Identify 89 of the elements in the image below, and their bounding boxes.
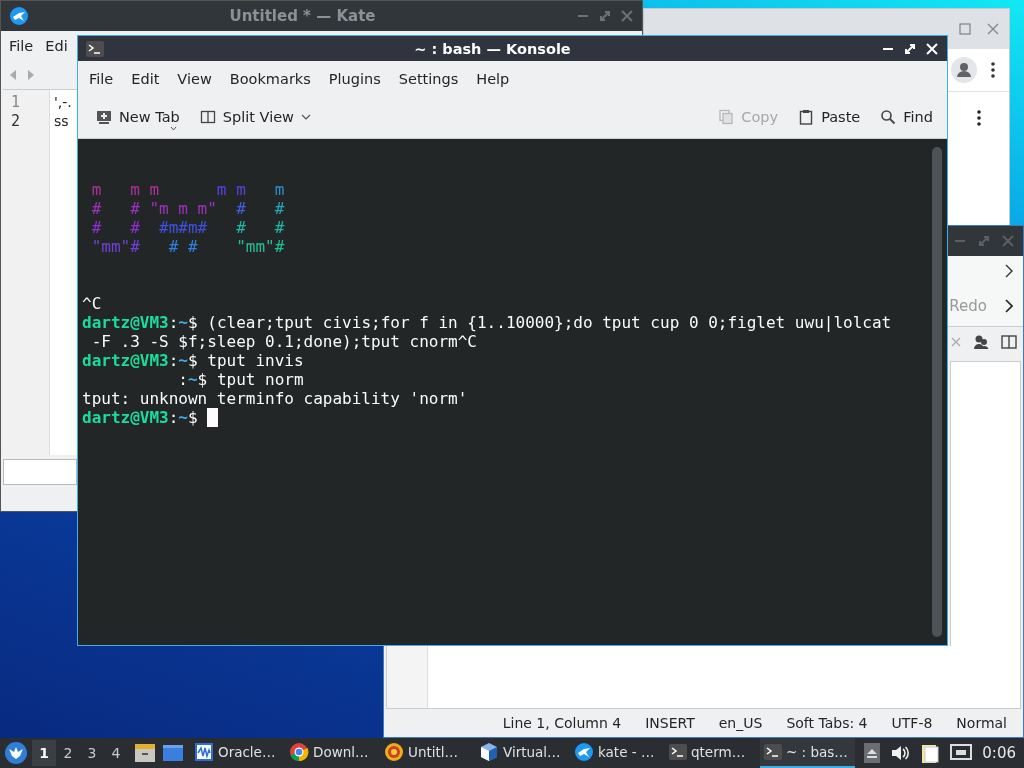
menu-item[interactable]: Edit [122, 66, 169, 91]
desktop-switch[interactable]: 1 [32, 740, 56, 766]
caret-icon [170, 126, 177, 131]
task-button[interactable]: Downl… [285, 738, 380, 768]
status-item: INSERT [644, 715, 696, 731]
paste-button[interactable]: Paste [790, 105, 869, 129]
menu-item[interactable]: File [3, 34, 40, 58]
find-button[interactable]: Find [872, 105, 941, 129]
status-item: en_US [717, 715, 764, 731]
chevron-right-icon[interactable] [1005, 264, 1013, 278]
ascii-art-text: # # "m m m" [91, 199, 217, 218]
browser-logo-icon [289, 742, 309, 762]
ascii-art-text: # # [167, 237, 198, 256]
split-view-icon[interactable] [1001, 334, 1017, 350]
bird-logo-icon [9, 6, 29, 26]
ascii-art-text: "mm"# [235, 237, 285, 256]
bird-logo-icon [574, 742, 594, 762]
menu-item[interactable]: File [80, 66, 123, 91]
more-menu-icon[interactable] [977, 110, 981, 126]
ascii-art-text: # # [235, 218, 285, 237]
ascii-art-text: m m [215, 180, 246, 199]
terminal-icon [764, 744, 782, 760]
ascii-art-text: # # [91, 218, 140, 237]
chevron-right-icon[interactable] [1005, 299, 1013, 313]
task-button[interactable]: ~ : bas… [760, 738, 855, 768]
menu-item[interactable]: Bookmarks [220, 66, 320, 91]
desktop-switch[interactable]: 4 [104, 740, 128, 766]
ascii-art-text: # [235, 199, 246, 218]
clipboard-icon[interactable] [920, 742, 941, 764]
scrollbar[interactable] [932, 147, 942, 637]
network-icon[interactable] [950, 743, 973, 763]
eject-icon[interactable] [864, 743, 881, 763]
line-number: 1 [11, 93, 21, 112]
ascii-art-text: m m m [91, 180, 160, 199]
menu-item[interactable]: View [168, 66, 221, 91]
file-cabinet-icon[interactable] [134, 743, 156, 763]
cube-icon [479, 742, 499, 762]
terminal-icon [86, 40, 104, 57]
maximize-icon[interactable] [903, 41, 917, 56]
desktop-switch[interactable]: 2 [56, 740, 80, 766]
terminal-icon [669, 744, 687, 760]
window-title: ~ : bash — Konsole [413, 40, 572, 57]
people-icon[interactable] [973, 334, 989, 350]
menu-item[interactable]: Plugins [319, 66, 390, 91]
clipboard-icon [798, 109, 815, 125]
code-line: ',-. [54, 93, 72, 112]
waveform-monitor-icon [194, 742, 214, 762]
task-button[interactable]: kate - … [570, 738, 665, 768]
status-item: Soft Tabs: 4 [785, 715, 869, 731]
more-menu-icon[interactable] [991, 62, 995, 78]
status-item: Line 1, Column 4 [501, 715, 623, 731]
prompt-line: :~$ tput norm [178, 370, 304, 389]
chevron-down-icon [300, 114, 311, 120]
window-icon[interactable] [162, 744, 184, 762]
new-tab-button[interactable]: New Tab [88, 105, 188, 129]
volume-icon[interactable] [890, 744, 911, 762]
terminal-output: tput: unknown terminfo capability 'norm' [82, 389, 468, 408]
status-item: Normal [955, 715, 1008, 731]
task-button[interactable]: Virtual… [475, 738, 570, 768]
menu-item[interactable]: Edi [39, 34, 74, 58]
bird-logo-icon[interactable] [4, 741, 28, 765]
task-button[interactable]: Untitl… [380, 738, 475, 768]
line-number: 2 [11, 112, 21, 131]
split-view-button[interactable]: Split View [191, 105, 319, 129]
ascii-art-text: #m#m# [158, 218, 208, 237]
desktop-switch[interactable]: 3 [80, 740, 104, 766]
task-button[interactable]: qterm… [665, 738, 760, 768]
status-item: UTF-8 [890, 715, 934, 731]
input-field[interactable] [3, 459, 77, 485]
search-icon [880, 109, 897, 125]
copy-icon [718, 109, 735, 125]
prompt-line: dartz@VM3:~$ [82, 408, 198, 427]
terminal-output: -F .3 -S $f;sleep 0.1;done);tput cnorm^C [90, 332, 477, 351]
avatar-icon[interactable] [951, 57, 977, 83]
new-tab-icon [96, 109, 112, 125]
clock: 0:06 [982, 744, 1016, 762]
ascii-art-text: "mm"# [91, 237, 140, 256]
menu-item[interactable]: Help [467, 66, 519, 91]
prompt-line: dartz@VM3:~$ tput invis [82, 351, 304, 370]
code-line: ss [54, 112, 69, 131]
terminal-output: ^C [82, 294, 102, 313]
prompt-line: dartz@VM3:~$ (clear;tput civis;for f in {1..10000};do tput cup 0 0;figlet uwu|lolcat [82, 313, 892, 332]
ascii-art-text: # [273, 199, 285, 218]
menu-item[interactable]: Settings [389, 66, 468, 91]
ascii-art-text: m [273, 180, 285, 199]
window-title: Untitled * — Kate [228, 7, 377, 25]
task-button[interactable]: Oracle… [190, 738, 285, 768]
target-icon [384, 742, 404, 762]
split-view-icon [199, 109, 216, 125]
